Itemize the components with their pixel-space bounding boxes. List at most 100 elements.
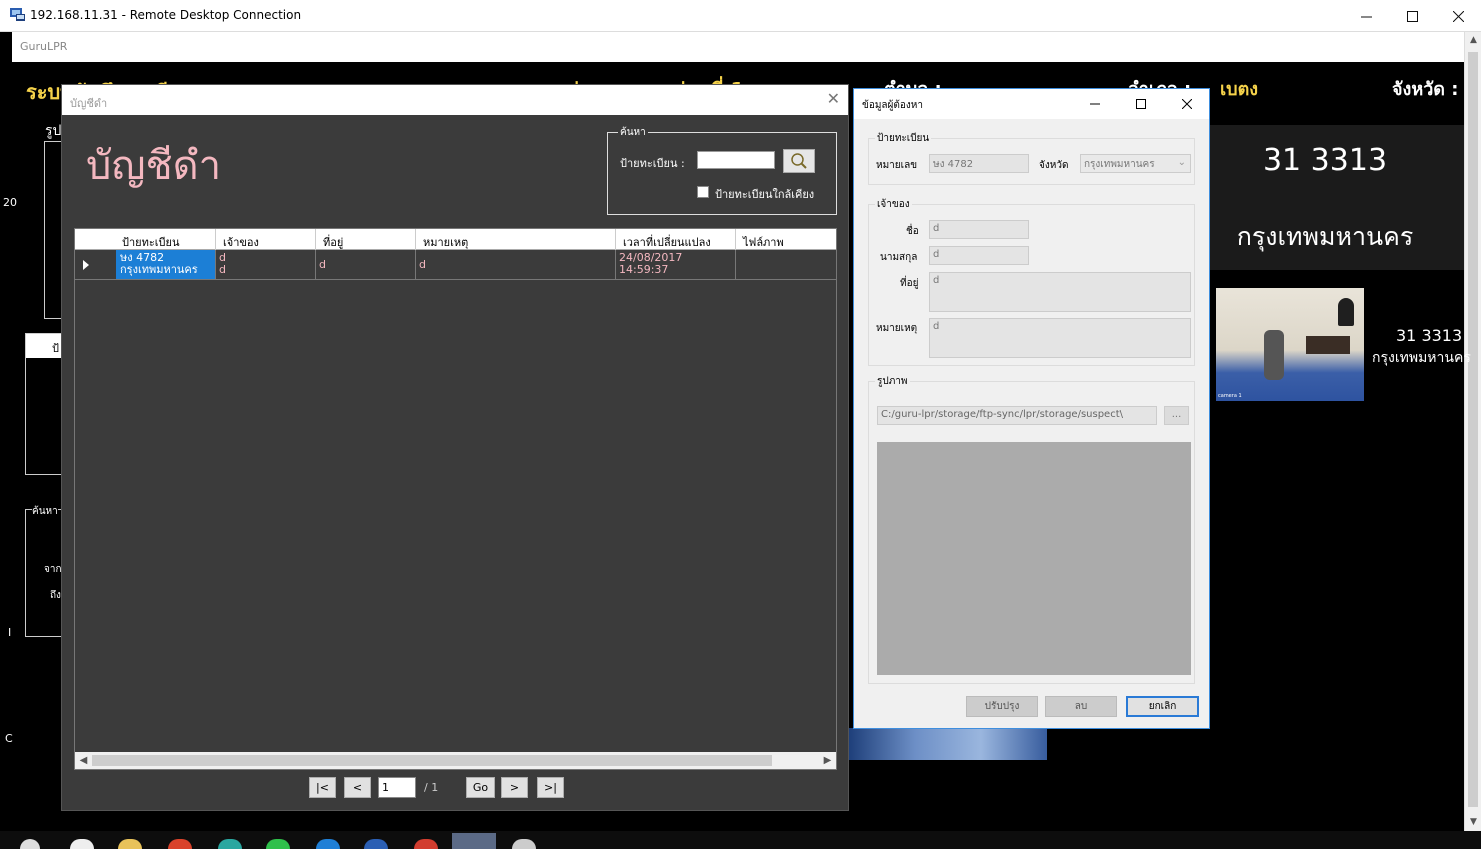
media-icon[interactable]	[414, 839, 438, 849]
col-owner[interactable]: เจ้าของ	[223, 233, 259, 251]
blacklist-titlebar: บัญชีดำ ✕	[62, 85, 848, 115]
surname-field[interactable]: d	[929, 246, 1029, 265]
last-page-button[interactable]: >|	[537, 777, 564, 798]
search-fragment-legend: ค้นหา	[32, 504, 58, 519]
suspect-maximize-button[interactable]	[1118, 89, 1164, 119]
number-field[interactable]: ษง 4782	[929, 154, 1029, 173]
prev-page-button[interactable]: <	[344, 777, 371, 798]
plate-search-label: ป้ายทะเบียน :	[620, 157, 685, 170]
remote-desktop-scrollbar[interactable]: ▲ ▼	[1464, 32, 1481, 831]
skype-icon[interactable]	[316, 839, 340, 849]
nearby-plate-checkbox[interactable]	[697, 186, 709, 198]
row-note[interactable]: d	[419, 259, 426, 271]
image-group-legend: รูปภาพ	[875, 374, 910, 389]
col-note[interactable]: หมายเหตุ	[423, 233, 468, 251]
scroll-up-icon[interactable]: ▲	[1465, 32, 1481, 49]
row-changed-time: 14:59:37	[619, 263, 669, 276]
close-icon	[1182, 99, 1192, 109]
grid-scroll-thumb[interactable]	[92, 755, 772, 766]
remote-desktop-taskbar-icon[interactable]	[452, 833, 496, 849]
line-icon[interactable]	[266, 839, 290, 849]
blacklist-close-icon[interactable]: ✕	[827, 89, 840, 108]
row-address[interactable]: d	[319, 259, 326, 271]
close-icon	[1452, 10, 1464, 22]
app-icon[interactable]	[218, 839, 242, 849]
search-button[interactable]	[783, 149, 815, 173]
row-owner-surname: d	[219, 263, 226, 276]
search-legend: ค้นหา	[618, 125, 648, 140]
remote-desktop-icon	[10, 8, 25, 21]
folder-icon[interactable]	[118, 839, 142, 849]
word-icon[interactable]	[364, 839, 388, 849]
row-plate-province: กรุงเทพมหานคร	[120, 263, 198, 276]
row-changed-cell[interactable]: 24/08/2017 14:59:37	[619, 252, 682, 276]
surname-label: นามสกุล	[880, 252, 918, 263]
store-icon[interactable]	[70, 839, 94, 849]
address-label: ที่อยู่	[900, 278, 919, 289]
update-button[interactable]: ปรับปรุง	[966, 696, 1038, 717]
address-field[interactable]: d	[929, 272, 1191, 312]
plate-group-legend: ป้ายทะเบียน	[875, 131, 932, 146]
list-fragment-col: ป้	[52, 342, 59, 355]
close-button[interactable]	[1435, 0, 1481, 32]
col-changed-time[interactable]: เวลาที่เปลี่ยนแปลง	[623, 233, 711, 251]
blacklist-title: บัญชีดำ	[70, 97, 108, 110]
remote-desktop-title: 192.168.11.31 - Remote Desktop Connectio…	[30, 8, 302, 22]
chrome-icon[interactable]	[168, 839, 192, 849]
go-button[interactable]: Go	[466, 777, 495, 798]
search-icon	[791, 153, 807, 169]
blacklist-dialog: บัญชีดำ ✕ บัญชีดำ ค้นหา ป้ายทะเบียน : ป้…	[61, 84, 849, 811]
suspect-title: ข้อมูลผู้ต้องหา	[862, 100, 924, 111]
blacklist-heading: บัญชีดำ	[86, 143, 222, 189]
year-fragment: 20	[3, 196, 17, 209]
camera-thumbnail[interactable]: camera 1	[1216, 288, 1364, 401]
minimize-button[interactable]	[1343, 0, 1389, 32]
remote-desktop-titlebar: 192.168.11.31 - Remote Desktop Connectio…	[0, 0, 1481, 32]
note-field[interactable]: d	[929, 318, 1191, 358]
first-page-button[interactable]: |<	[309, 777, 336, 798]
list-fragment-header: ป้	[26, 334, 62, 358]
grid-horizontal-scrollbar[interactable]: ◀ ▶	[75, 752, 836, 769]
suspect-minimize-button[interactable]	[1072, 89, 1118, 119]
blacklist-search-group: ค้นหา ป้ายทะเบียน : ป้ายทะเบียนใกล้เคียง	[607, 125, 837, 215]
next-page-button[interactable]: >	[501, 777, 528, 798]
grid-header: ป้ายทะเบียน เจ้าของ ที่อยู่ หมายเหตุ เวล…	[75, 229, 836, 250]
province-field-label: จังหวัด	[1039, 160, 1069, 171]
maximize-icon	[1136, 99, 1146, 109]
delete-button[interactable]: ลบ	[1045, 696, 1117, 717]
browse-button[interactable]: ...	[1164, 406, 1189, 425]
table-row[interactable]: ษง 4782 กรุงเทพมหานคร d d d d 24/08/2017…	[75, 250, 836, 280]
image-path-field[interactable]: C:/guru-lpr/storage/ftp-sync/lpr/storage…	[877, 406, 1157, 425]
scroll-thumb[interactable]	[1468, 52, 1478, 807]
province-label: จังหวัด :	[1392, 79, 1459, 100]
row-plate-cell[interactable]: ษง 4782 กรุงเทพมหานคร	[116, 250, 215, 279]
cancel-button[interactable]: ยกเลิก	[1126, 696, 1199, 717]
owner-group-legend: เจ้าของ	[875, 197, 912, 212]
col-address[interactable]: ที่อยู่	[323, 233, 343, 251]
province-select[interactable]: กรุงเทพมหานคร ⌄	[1080, 154, 1191, 173]
col-image[interactable]: ไฟล์ภาพ	[743, 233, 784, 251]
row-pointer-icon	[83, 260, 89, 270]
suspect-image-preview	[877, 442, 1191, 675]
scroll-down-icon[interactable]: ▼	[1465, 814, 1481, 831]
page-number-input[interactable]: 1	[378, 777, 416, 798]
suspect-close-button[interactable]	[1164, 89, 1210, 119]
col-plate[interactable]: ป้ายทะเบียน	[122, 233, 179, 251]
background-photo-strip	[849, 728, 1047, 760]
settings-icon[interactable]	[512, 839, 536, 849]
camera-thumbnail-label: camera 1	[1218, 393, 1242, 399]
province-select-value: กรุงเทพมหานคร	[1084, 159, 1155, 170]
app-title: GuruLPR	[20, 40, 68, 53]
scroll-left-icon[interactable]: ◀	[75, 752, 92, 769]
search-fragment: ค้นหา จาก ถึง	[25, 504, 62, 637]
current-plate-number: 31 3313	[1262, 143, 1388, 178]
current-plate-panel: 31 3313 กรุงเทพมหานคร	[1210, 125, 1464, 270]
name-field[interactable]: d	[929, 220, 1029, 239]
row-owner-cell[interactable]: d d	[219, 252, 226, 276]
suspect-titlebar: ข้อมูลผู้ต้องหา	[854, 89, 1209, 119]
maximize-button[interactable]	[1389, 0, 1435, 32]
plate-search-input[interactable]	[697, 151, 775, 169]
district-value: เบตง	[1220, 79, 1259, 100]
page-total: / 1	[424, 781, 439, 794]
scroll-right-icon[interactable]: ▶	[819, 752, 836, 769]
